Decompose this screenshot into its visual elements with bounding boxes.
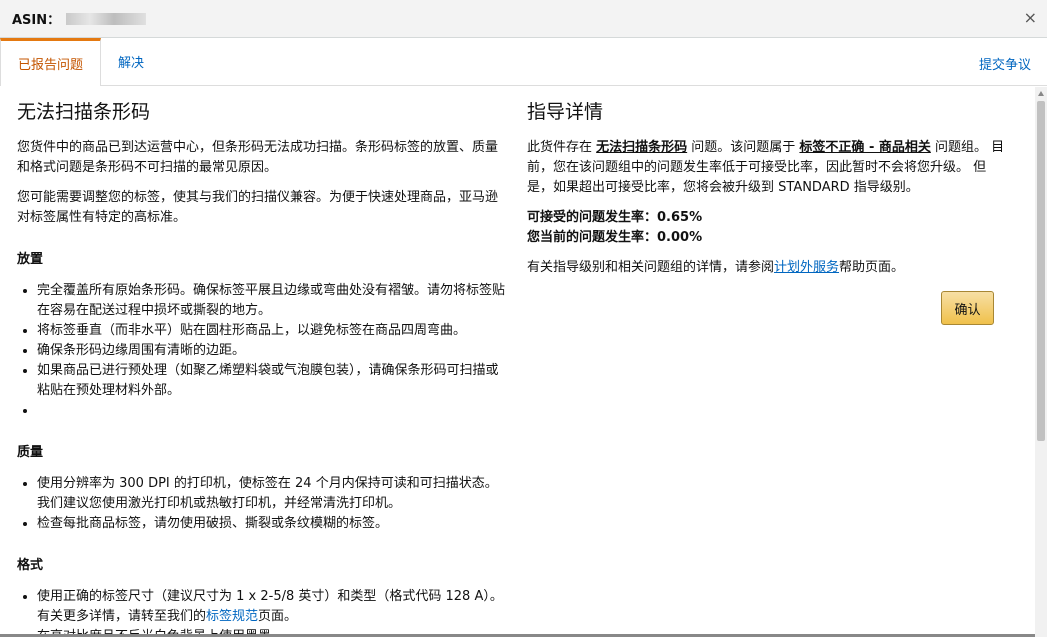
- unplanned-services-link[interactable]: 计划外服务: [774, 260, 839, 275]
- list-item: 使用正确的标签尺寸（建议尺寸为 1 x 2-5/8 英寸）和类型（格式代码 12…: [37, 587, 507, 627]
- tab-reported-issues[interactable]: 已报告问题: [0, 38, 102, 86]
- scroll-up-icon[interactable]: [1038, 91, 1044, 96]
- issue-group-name: 标签不正确 - 商品相关: [799, 140, 931, 155]
- text: 有关指导级别和相关问题组的详情，请参阅: [527, 260, 775, 275]
- text: 此货件存在: [527, 140, 597, 155]
- tab-resolve[interactable]: 解决: [101, 37, 161, 85]
- issue-paragraph-2: 您可能需要调整您的标签，使其与我们的扫描仪兼容。为便于快速处理商品，亚马逊对标签…: [17, 190, 499, 225]
- list-item: 检查每批商品标签，请勿使用破损、撕裂或条纹模糊的标签。: [37, 514, 507, 534]
- dialog-content: 无法扫描条形码 您货件中的商品已到达运营中心，但条形码无法成功扫描。条形码标签的…: [0, 87, 1035, 637]
- issue-name: 无法扫描条形码: [596, 140, 688, 155]
- asin-label: ASIN：: [12, 13, 61, 28]
- issue-dialog: ASIN： × 已报告问题 解决 提交争议 无法扫描条形码 您货件中的商品已到达…: [0, 0, 1047, 637]
- dialog-titlebar: ASIN： ×: [0, 0, 1047, 38]
- issue-paragraph-1: 您货件中的商品已到达运营中心，但条形码无法成功扫描。条形码标签的放置、质量和格式…: [17, 140, 499, 175]
- label-spec-link[interactable]: 标签规范: [206, 609, 258, 624]
- list-item: 确保条形码边缘周围有清晰的边距。: [37, 341, 507, 361]
- format-list: 使用正确的标签尺寸（建议尺寸为 1 x 2-5/8 英寸）和类型（格式代码 12…: [17, 587, 507, 637]
- text: 问题。该问题属于: [687, 140, 800, 155]
- section-title-placement: 放置: [17, 252, 44, 267]
- submit-dispute-link[interactable]: 提交争议: [979, 54, 1031, 73]
- list-item: 使用分辨率为 300 DPI 的打印机，使标签在 24 个月内保持可读和可扫描状…: [37, 474, 507, 514]
- format-item-text-end: 页面。: [258, 609, 298, 624]
- guidance-details: 指导详情 此货件存在 无法扫描条形码 问题。该问题属于 标签不正确 - 商品相关…: [527, 97, 1007, 325]
- list-item: 完全覆盖所有原始条形码。确保标签平展且边缘或弯曲处没有褶皱。请勿将标签贴在容易在…: [37, 281, 507, 321]
- issue-heading: 无法扫描条形码: [17, 101, 151, 123]
- section-title-format: 格式: [17, 558, 44, 573]
- scroll-thumb[interactable]: [1037, 101, 1045, 441]
- quality-list: 使用分辨率为 300 DPI 的打印机，使标签在 24 个月内保持可读和可扫描状…: [17, 474, 507, 534]
- list-item-empty: [37, 401, 507, 421]
- placement-list: 完全覆盖所有原始条形码。确保标签平展且边缘或弯曲处没有褶皱。请勿将标签贴在容易在…: [17, 281, 507, 421]
- confirm-button[interactable]: 确认: [941, 291, 994, 325]
- help-text: 有关指导级别和相关问题组的详情，请参阅计划外服务帮助页面。: [527, 258, 1007, 278]
- current-rate: 您当前的问题发生率：0.00%: [527, 230, 703, 245]
- text: 帮助页面。: [839, 260, 905, 275]
- list-item: 将标签垂直（而非水平）贴在圆柱形商品上，以避免标签在商品四周弯曲。: [37, 321, 507, 341]
- guidance-paragraph: 此货件存在 无法扫描条形码 问题。该问题属于 标签不正确 - 商品相关 问题组。…: [527, 138, 1007, 198]
- acceptable-rate: 可接受的问题发生率：0.65%: [527, 210, 703, 225]
- section-title-quality: 质量: [17, 445, 44, 460]
- close-icon[interactable]: ×: [1024, 9, 1037, 27]
- issue-description: 无法扫描条形码 您货件中的商品已到达运营中心，但条形码无法成功扫描。条形码标签的…: [17, 97, 507, 637]
- tab-bar: 已报告问题 解决 提交争议: [0, 38, 1047, 86]
- guidance-heading: 指导详情: [527, 101, 604, 123]
- vertical-scrollbar[interactable]: [1035, 87, 1047, 637]
- list-item: 如果商品已进行预处理（如聚乙烯塑料袋或气泡膜包装），请确保条形码可扫描或粘贴在预…: [37, 361, 507, 401]
- asin-value-redacted: [66, 12, 147, 25]
